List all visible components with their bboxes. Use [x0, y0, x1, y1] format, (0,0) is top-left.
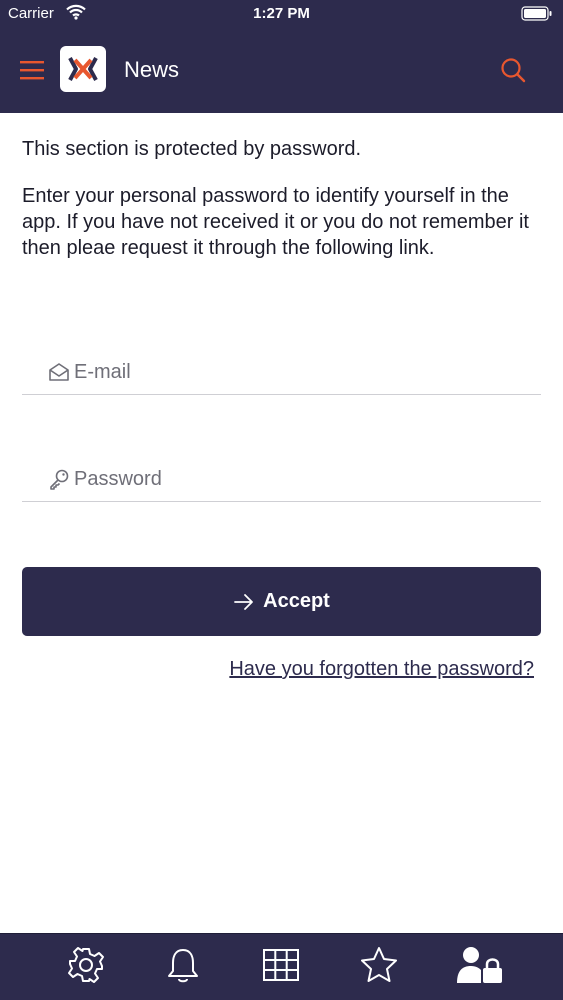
- accept-label: Accept: [263, 590, 330, 612]
- protected-notice: This section is protected by password.: [22, 138, 362, 160]
- notifications-bell-icon[interactable]: [163, 945, 203, 985]
- forgot-password-link[interactable]: Have you forgotten the password?: [229, 658, 534, 681]
- key-icon: [50, 469, 69, 490]
- bottom-tab-bar: [0, 933, 563, 1000]
- favorites-star-icon[interactable]: [359, 945, 399, 985]
- hamburger-menu-icon[interactable]: [16, 54, 48, 86]
- app-logo[interactable]: [60, 46, 106, 92]
- accept-button[interactable]: Accept: [22, 567, 541, 636]
- email-input[interactable]: [74, 357, 514, 387]
- user-lock-icon[interactable]: [456, 945, 502, 985]
- settings-icon[interactable]: [66, 945, 106, 985]
- search-icon[interactable]: [497, 54, 529, 86]
- password-input[interactable]: [74, 464, 514, 494]
- password-field[interactable]: [22, 458, 541, 502]
- battery-icon: [521, 6, 552, 21]
- status-time: 1:27 PM: [253, 5, 310, 22]
- email-field[interactable]: [22, 351, 541, 395]
- status-bar: Carrier 1:27 PM: [0, 0, 563, 30]
- arrow-right-icon: [234, 593, 254, 610]
- grid-icon[interactable]: [261, 945, 301, 985]
- envelope-icon: [49, 363, 69, 381]
- nav-bar: News: [0, 40, 563, 100]
- instructions-text: Enter your personal password to identify…: [22, 185, 529, 259]
- page-title: News: [124, 57, 180, 82]
- app-header: Carrier 1:27 PM News: [0, 0, 563, 113]
